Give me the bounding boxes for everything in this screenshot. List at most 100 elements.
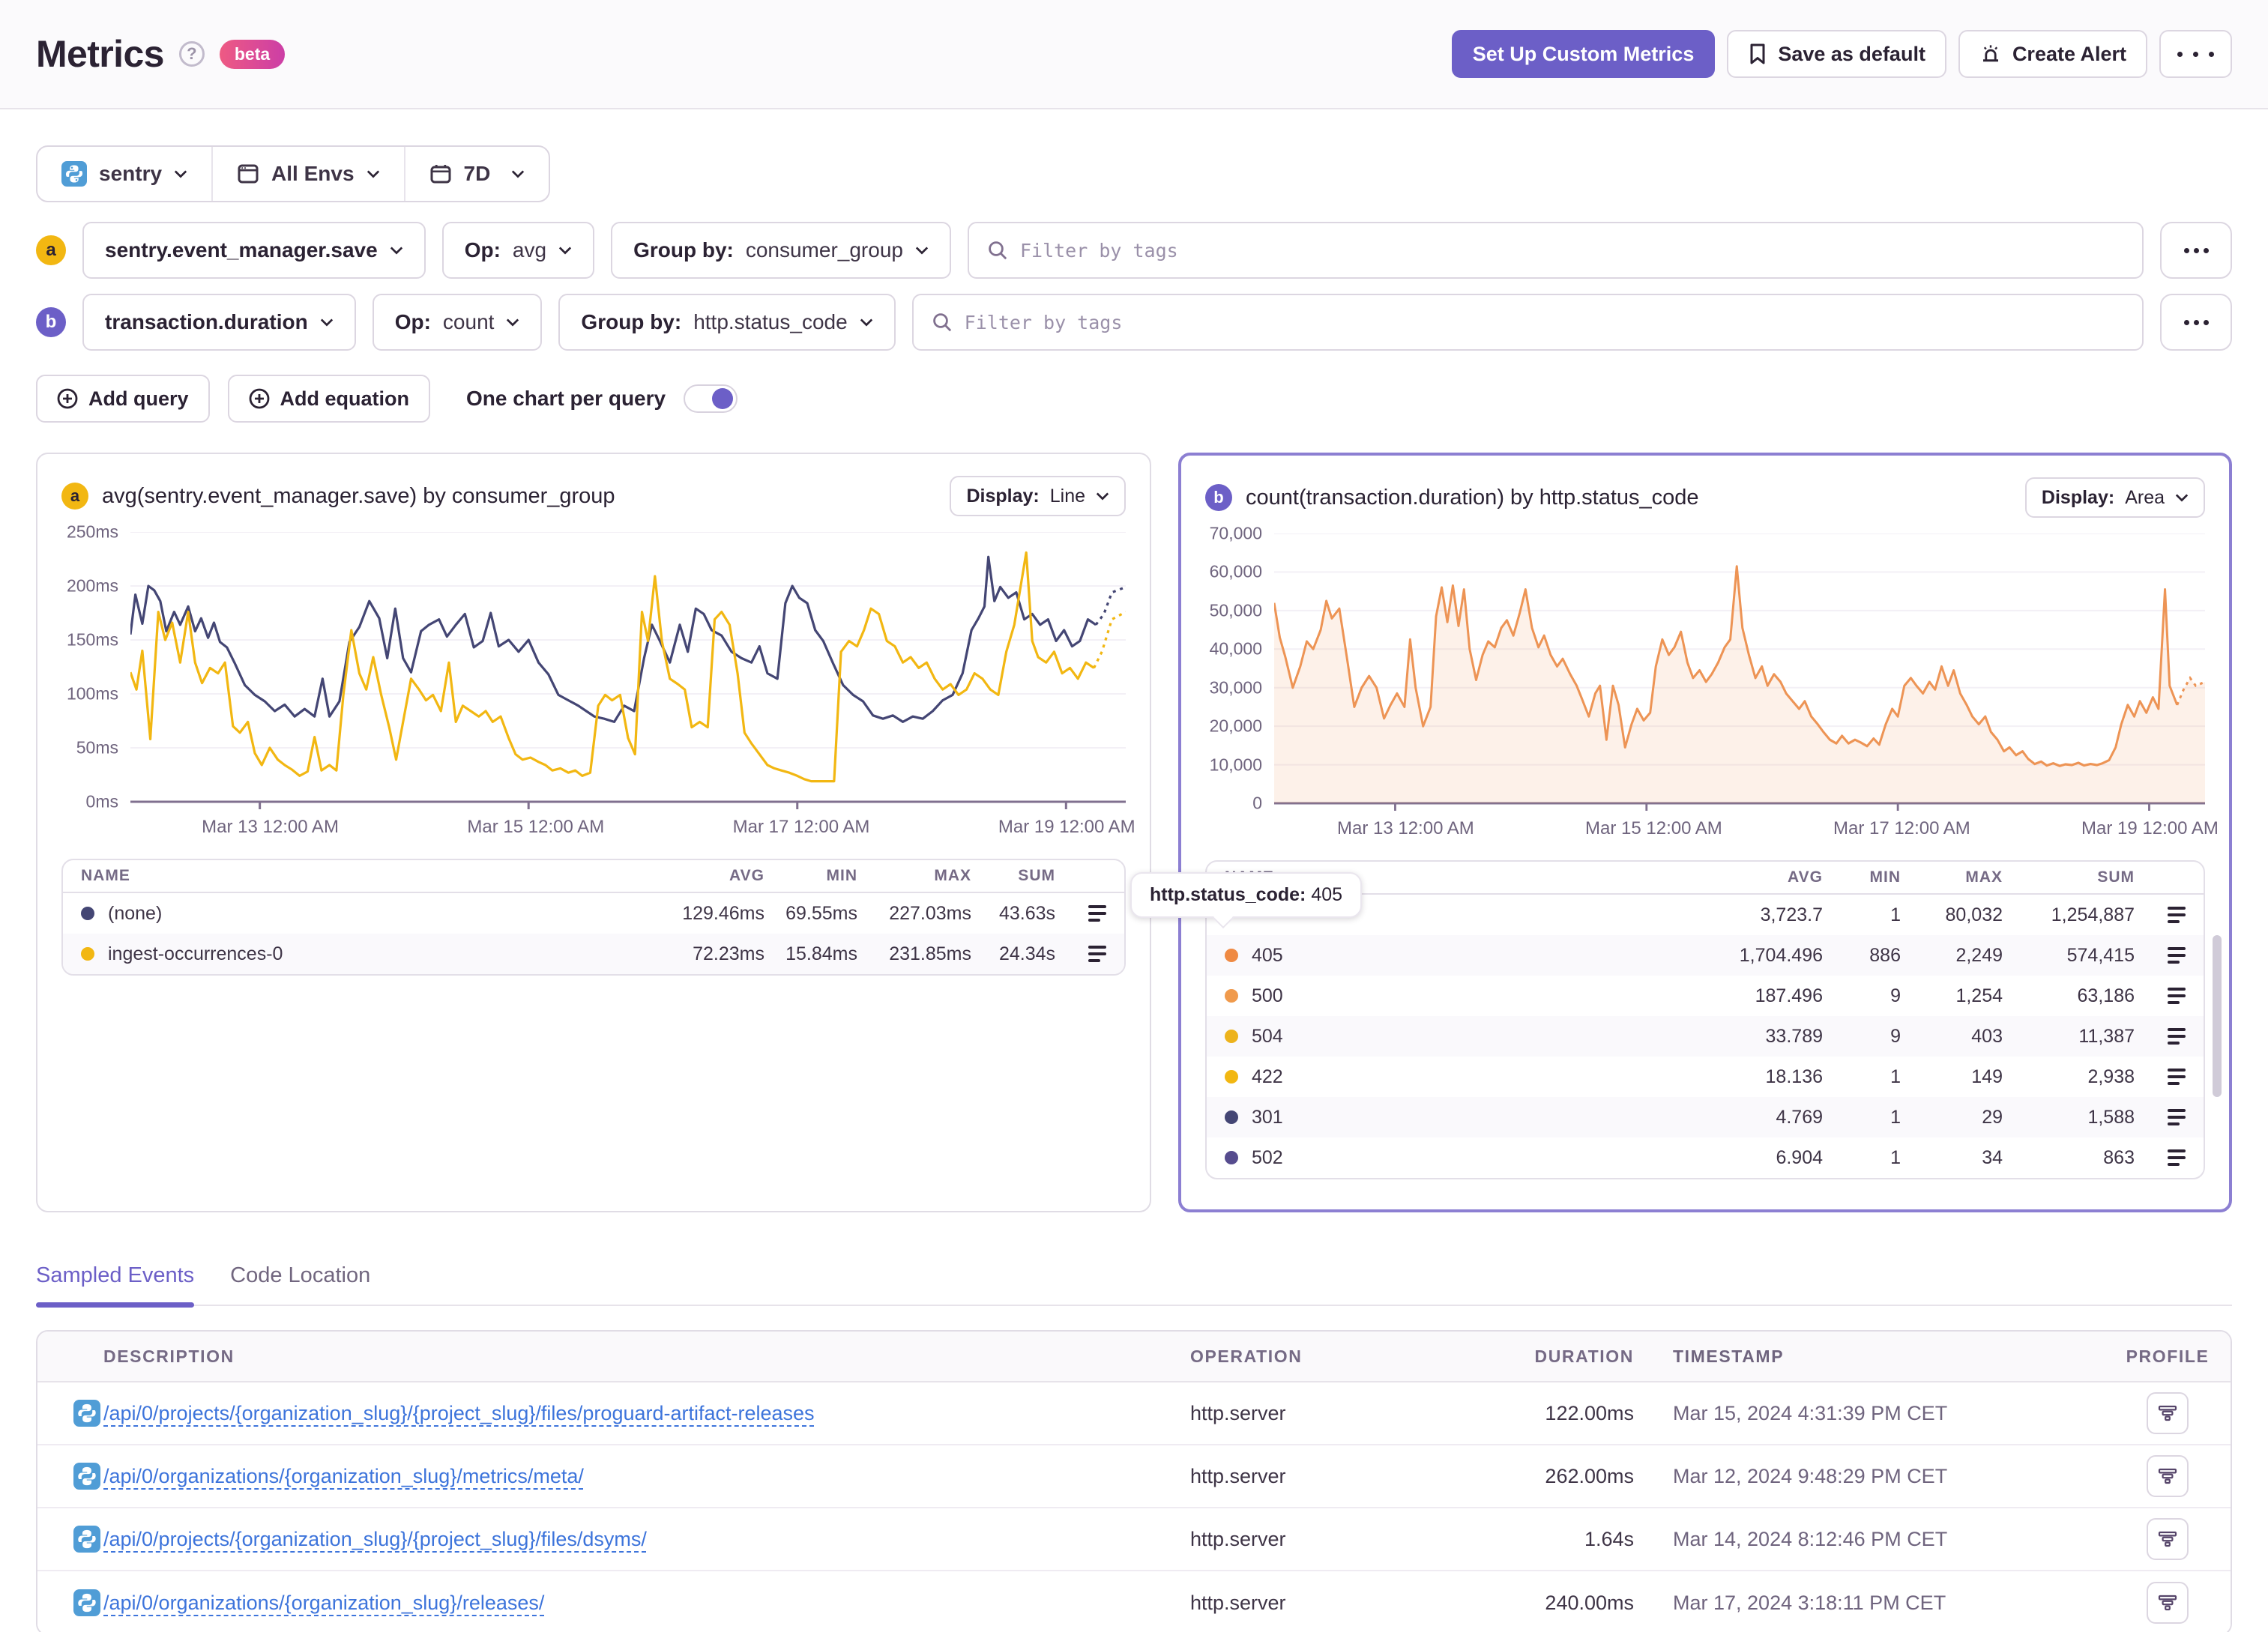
row-options-icon[interactable] [1088,905,1106,922]
tab-code-location[interactable]: Code Location [230,1263,370,1305]
profile-button[interactable] [2147,1582,2189,1624]
y-tick-label: 70,000 [1209,523,1262,543]
event-row: /api/0/projects/{organization_slug}/{pro… [37,1382,2231,1445]
tag-filter-input-a[interactable] [1019,239,2124,262]
profiling-icon [2158,1531,2177,1547]
profile-button[interactable] [2147,1455,2189,1497]
summary-row[interactable]: (none) 129.46ms 69.55ms 227.03ms 43.63s [63,893,1124,934]
one-chart-toggle[interactable] [684,384,738,413]
chart-panel-b[interactable]: b count(transaction.duration) by http.st… [1178,453,2232,1212]
event-description-link[interactable]: /api/0/organizations/{organization_slug}… [103,1592,544,1614]
event-description-link[interactable]: /api/0/projects/{organization_slug}/{pro… [103,1402,815,1424]
profile-button[interactable] [2147,1518,2189,1560]
col-timestamp: TIMESTAMP [1673,1346,1785,1366]
beta-badge: beta [219,39,286,69]
environment-selector[interactable]: All Envs [211,147,403,201]
help-icon[interactable]: ? [178,41,205,67]
event-duration: 122.00ms [1545,1401,1634,1424]
metric-select-a[interactable]: sentry.event_manager.save [82,222,426,279]
chart-b-y-axis: 70,000 60,000 50,000 40,000 30,000 20,000 10,0… [1205,524,1274,813]
sampled-events-table: DESCRIPTION OPERATION DURATION TIMESTAMP… [36,1330,2232,1632]
row-options-icon[interactable] [2168,1149,2186,1166]
chart-a-display-select[interactable]: Display: Line [950,476,1126,516]
summary-row[interactable]: 301 4.769 1 29 1,588 [1207,1097,2204,1137]
alarm-icon [1982,45,1998,62]
query-a-more-button[interactable] [2160,222,2232,279]
summary-row[interactable]: 405 1,704.496 886 2,249 574,415 [1207,935,2204,976]
query-badge-a: a [36,235,66,265]
op-select-b[interactable]: Op: count [372,294,543,351]
tab-sampled-events[interactable]: Sampled Events [36,1263,194,1307]
page-header: Metrics ? beta Set Up Custom Metrics Sav… [0,0,2268,109]
tag-filter-b [911,294,2144,351]
y-tick-label: 10,000 [1209,755,1262,775]
x-tick-label: Mar 15 12:00 AM [1585,818,1722,838]
col-sum: SUM [2097,868,2135,886]
profile-button[interactable] [2147,1392,2189,1434]
summary-row[interactable]: 422 18.136 1 149 2,938 [1207,1057,2204,1097]
add-equation-button[interactable]: Add equation [227,375,430,423]
event-duration: 240.00ms [1545,1591,1634,1614]
chart-b-canvas[interactable] [1274,534,2205,812]
col-operation: OPERATION [1190,1346,1303,1366]
event-description-link[interactable]: /api/0/organizations/{organization_slug}… [103,1465,584,1487]
series-dot [81,947,94,961]
y-tick-label: 150ms [66,629,118,650]
setup-custom-metrics-button[interactable]: Set Up Custom Metrics [1451,30,1716,78]
python-platform-icon [73,1589,100,1616]
event-timestamp: Mar 17, 2024 3:18:11 PM CET [1673,1591,1946,1614]
chart-b-display-select[interactable]: Display: Area [2024,477,2205,518]
row-options-icon[interactable] [1088,946,1106,962]
summary-row[interactable]: ingest-occurrences-0 72.23ms 15.84ms 231… [63,934,1124,974]
row-options-icon[interactable] [2168,1028,2186,1045]
add-query-button[interactable]: Add query [36,375,210,423]
chart-panel-a[interactable]: a avg(sentry.event_manager.save) by cons… [36,453,1151,1212]
groupby-select-a[interactable]: Group by: consumer_group [611,222,951,279]
chart-a-canvas[interactable] [130,532,1126,811]
metrics-page: Metrics ? beta Set Up Custom Metrics Sav… [0,0,2268,1632]
summary-row[interactable]: 502 6.904 1 34 863 [1207,1137,2204,1178]
plus-circle-icon [57,388,78,409]
row-options-icon[interactable] [2168,907,2186,923]
groupby-select-b[interactable]: Group by: http.status_code [558,294,896,351]
header-more-button[interactable] [2159,30,2232,78]
col-avg: AVG [1788,868,1823,886]
plus-circle-icon [249,388,269,409]
one-chart-toggle-label: One chart per query [466,387,666,410]
search-icon [989,241,1007,260]
event-description-link[interactable]: /api/0/projects/{organization_slug}/{pro… [103,1528,647,1550]
metric-select-b[interactable]: transaction.duration [82,294,356,351]
op-select-a[interactable]: Op: avg [441,222,595,279]
chart-a-summary-table: NAME AVG MIN MAX SUM (none) 129.46ms 69.… [61,859,1126,976]
x-tick-label: Mar 13 12:00 AM [1336,818,1474,838]
row-options-icon[interactable] [2168,988,2186,1004]
query-b-more-button[interactable] [2160,294,2232,351]
query-actions: Add query Add equation One chart per que… [36,375,2232,423]
tag-filter-input-b[interactable] [964,311,2124,333]
col-max: MAX [934,867,971,884]
col-sum: SUM [1018,867,1055,884]
chart-a-y-axis: 250ms 200ms 150ms 100ms 50ms 0ms [61,522,130,812]
create-alert-button[interactable]: Create Alert [1958,30,2147,78]
series-dot [1225,989,1238,1003]
x-tick-label: Mar 13 12:00 AM [202,817,339,837]
summary-row[interactable]: 500 187.496 9 1,254 63,186 [1207,976,2204,1016]
project-selector[interactable]: sentry [37,147,211,201]
save-as-default-button[interactable]: Save as default [1727,30,1946,78]
row-options-icon[interactable] [2168,1109,2186,1125]
chevron-down-icon [512,170,525,178]
profiling-icon [2158,1468,2177,1484]
python-platform-icon [73,1463,100,1490]
series-dot [1225,1151,1238,1164]
row-options-icon[interactable] [2168,947,2186,964]
summary-row[interactable]: 504 33.789 9 403 11,387 [1207,1016,2204,1057]
event-timestamp: Mar 14, 2024 8:12:46 PM CET [1673,1527,1948,1550]
date-range-selector[interactable]: 7D [403,147,549,201]
row-options-icon[interactable] [2168,1069,2186,1085]
col-profile: PROFILE [2126,1346,2210,1366]
x-tick-label: Mar 15 12:00 AM [467,817,605,837]
col-name: NAME [81,867,130,884]
y-tick-label: 0 [1252,793,1262,813]
table-scrollbar[interactable] [2213,935,2222,1097]
chevron-down-icon [367,170,379,178]
